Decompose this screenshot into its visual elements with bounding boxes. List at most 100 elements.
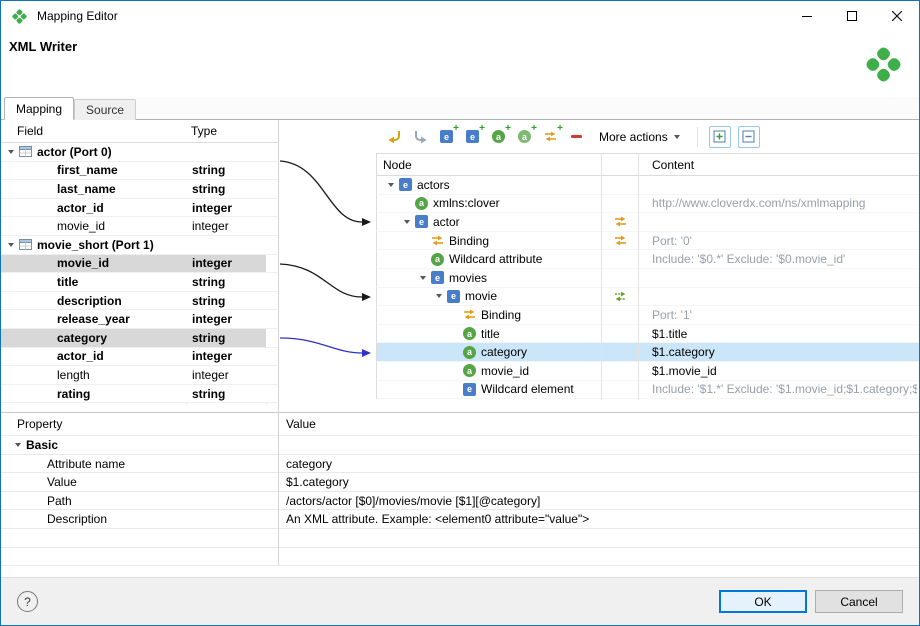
- title-bar: Mapping Editor: [1, 1, 919, 31]
- remove-icon[interactable]: [567, 127, 586, 146]
- cancel-button[interactable]: Cancel: [815, 590, 903, 613]
- node-row[interactable]: e Wildcard element Include: '$1.*' Exclu…: [376, 381, 920, 400]
- node-content: Include: '$0.*' Exclude: '$0.movie_id': [652, 252, 917, 266]
- help-button[interactable]: ?: [17, 591, 38, 612]
- cloverdx-logo-icon: [870, 51, 897, 78]
- expander-icon[interactable]: [15, 443, 21, 447]
- expander-icon[interactable]: [436, 294, 442, 298]
- node-content: $1.title: [652, 327, 917, 341]
- field-row[interactable]: movie_short (Port 1): [1, 236, 278, 255]
- field-row[interactable]: lengthinteger: [1, 366, 278, 385]
- node-row[interactable]: e movies: [376, 269, 920, 288]
- field-row[interactable]: actor_idinteger: [1, 348, 278, 367]
- field-row[interactable]: last_namestring: [1, 180, 278, 199]
- binding-indicator-icon: [605, 216, 635, 227]
- close-button[interactable]: [874, 1, 919, 31]
- expander-icon[interactable]: [8, 243, 14, 247]
- field-row[interactable]: actor_idinteger: [1, 199, 278, 218]
- expand-all-button[interactable]: [709, 126, 731, 148]
- node-row[interactable]: e actor: [376, 213, 920, 232]
- properties-header: Property Value: [1, 413, 919, 436]
- more-actions-label: More actions: [599, 130, 668, 144]
- property-value: $1.category: [286, 473, 915, 492]
- field-row[interactable]: actor (Port 0): [1, 143, 278, 162]
- maximize-icon: [847, 11, 857, 21]
- add-element-icon[interactable]: e+: [463, 127, 482, 146]
- expander-icon[interactable]: [8, 150, 14, 154]
- add-wildcard-attribute-icon[interactable]: a+: [515, 127, 534, 146]
- tree-header: Node Content: [376, 153, 920, 176]
- node-row[interactable]: Binding Port: '0': [376, 232, 920, 251]
- property-row-empty: [1, 548, 919, 567]
- field-row[interactable]: ratingstring: [1, 385, 278, 404]
- attribute-icon: a: [463, 346, 476, 359]
- expander-icon[interactable]: [388, 183, 394, 187]
- node-row[interactable]: a Wildcard attribute Include: '$0.*' Exc…: [376, 250, 920, 269]
- element-icon: e: [463, 383, 476, 396]
- column-header-property: Property: [17, 417, 62, 431]
- mapping-arrows: [278, 120, 376, 412]
- tab-source[interactable]: Source: [74, 99, 136, 120]
- field-row[interactable]: titlestring: [1, 273, 278, 292]
- field-row[interactable]: movie_idinteger: [1, 255, 278, 274]
- node-row[interactable]: Binding Port: '1': [376, 306, 920, 325]
- mapping-tree: Node Content e actors a xmlns:clover htt…: [376, 153, 920, 399]
- map-field-icon[interactable]: [385, 127, 404, 146]
- toolbar-separator: [697, 127, 698, 147]
- tab-mapping[interactable]: Mapping: [4, 97, 74, 120]
- property-row[interactable]: Attribute name category: [1, 455, 919, 474]
- attribute-icon: a: [415, 197, 428, 210]
- add-attribute-icon[interactable]: a+: [489, 127, 508, 146]
- collapse-all-button[interactable]: [738, 126, 760, 148]
- binding-icon: [431, 235, 444, 246]
- attribute-icon: a: [463, 364, 476, 377]
- node-row[interactable]: a xmlns:clover http://www.cloverdx.com/n…: [376, 195, 920, 214]
- field-row[interactable]: movie_idinteger: [1, 217, 278, 236]
- node-row[interactable]: e movie: [376, 288, 920, 307]
- element-icon: e: [431, 271, 444, 284]
- add-child-element-icon[interactable]: e+: [437, 127, 456, 146]
- mapping-editor-dialog: Mapping Editor XML Writer Mapping Source…: [0, 0, 920, 626]
- column-header-field: Field: [17, 124, 43, 138]
- node-row[interactable]: a title $1.title: [376, 325, 920, 344]
- node-row-selected[interactable]: a category $1.category: [376, 343, 920, 362]
- node-content: http://www.cloverdx.com/ns/xmlmapping: [652, 196, 917, 210]
- property-row[interactable]: Description An XML attribute. Example: <…: [1, 510, 919, 529]
- expander-icon[interactable]: [404, 220, 410, 224]
- element-icon: e: [447, 290, 460, 303]
- node-row[interactable]: a movie_id $1.movie_id: [376, 362, 920, 381]
- close-icon: [892, 11, 902, 21]
- minimize-button[interactable]: [784, 1, 829, 31]
- node-content: Port: '1': [652, 308, 917, 322]
- unmap-field-icon[interactable]: [411, 127, 430, 146]
- field-row[interactable]: descriptionstring: [1, 292, 278, 311]
- port-label: movie_short (Port 1): [37, 238, 154, 252]
- ok-button[interactable]: OK: [719, 590, 807, 613]
- field-row[interactable]: categorystring: [1, 329, 278, 348]
- element-icon: e: [399, 178, 412, 191]
- node-content: $1.category: [652, 345, 917, 359]
- column-header-node: Node: [383, 158, 412, 172]
- collapse-all-icon: [742, 130, 755, 143]
- group-label: Basic: [26, 436, 58, 455]
- node-content: $1.movie_id: [652, 364, 917, 378]
- property-group-row[interactable]: Basic: [1, 436, 919, 455]
- button-bar: ? OK Cancel: [1, 577, 919, 625]
- port-icon: [19, 239, 32, 250]
- window-title: Mapping Editor: [37, 9, 118, 23]
- port-label: actor (Port 0): [37, 145, 112, 159]
- expander-icon[interactable]: [420, 276, 426, 280]
- more-actions-button[interactable]: More actions: [593, 127, 686, 147]
- binding-indicator-icon: [605, 235, 635, 246]
- minimize-icon: [802, 11, 812, 21]
- add-binding-icon[interactable]: +: [541, 127, 560, 146]
- fields-header: Field Type: [1, 120, 278, 143]
- maximize-button[interactable]: [829, 1, 874, 31]
- field-row[interactable]: release_yearinteger: [1, 310, 278, 329]
- field-row[interactable]: first_namestring: [1, 162, 278, 181]
- property-row[interactable]: Path /actors/actor [$0]/movies/movie [$1…: [1, 492, 919, 511]
- page-title: XML Writer: [9, 39, 77, 54]
- column-header-content: Content: [652, 158, 694, 172]
- property-row[interactable]: Value $1.category: [1, 473, 919, 492]
- node-row[interactable]: e actors: [376, 176, 920, 195]
